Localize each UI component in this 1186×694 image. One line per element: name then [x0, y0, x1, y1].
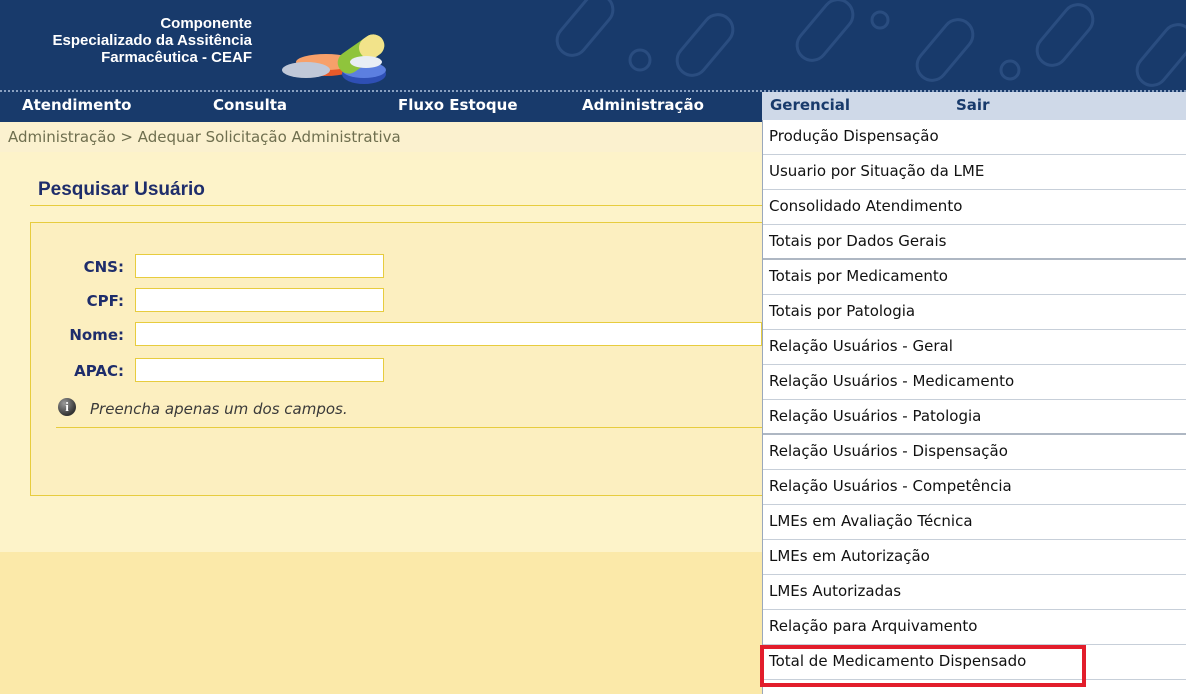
menu-item-relacao-usuarios-geral[interactable]: Relação Usuários - Geral	[763, 330, 1186, 365]
nav-sair[interactable]: Sair	[942, 92, 1186, 120]
menu-item-relacao-arquivamento[interactable]: Relação para Arquivamento	[763, 610, 1186, 645]
pill-watermark-pattern	[555, 0, 1186, 87]
info-icon: i	[58, 398, 76, 416]
logo-line-1: Componente	[160, 15, 252, 32]
apac-label: APAC:	[74, 362, 124, 380]
highlight-annotation-box	[760, 645, 1086, 687]
nome-field[interactable]	[135, 322, 762, 346]
apac-field[interactable]	[135, 358, 384, 382]
menu-item-consolidado-atendimento[interactable]: Consolidado Atendimento	[763, 190, 1186, 225]
menu-item-relacao-usuarios-dispensacao[interactable]: Relação Usuários - Dispensação	[763, 435, 1186, 470]
menu-item-relacao-usuarios-competencia[interactable]: Relação Usuários - Competência	[763, 470, 1186, 505]
cns-field[interactable]	[135, 254, 384, 278]
hint-divider	[56, 427, 762, 428]
logo-line-2: Especializado da Assitência	[52, 32, 252, 49]
nav-gerencial[interactable]: Gerencial	[762, 92, 942, 120]
nome-label: Nome:	[69, 326, 124, 344]
cpf-field[interactable]	[135, 288, 384, 312]
logo-line-3: Farmacêutica - CEAF	[101, 49, 252, 66]
menu-item-lmes-autorizadas[interactable]: LMEs Autorizadas	[763, 575, 1186, 610]
menu-item-totais-dados-gerais[interactable]: Totais por Dados Gerais	[763, 225, 1186, 260]
nav-administracao[interactable]: Administração	[582, 96, 704, 114]
page-title: Pesquisar Usuário	[38, 179, 205, 200]
main-nav: Atendimento Consulta Fluxo Estoque Admin…	[0, 90, 1186, 122]
search-hint: Preencha apenas um dos campos.	[90, 400, 348, 418]
menu-item-totais-patologia[interactable]: Totais por Patologia	[763, 295, 1186, 330]
ceaf-logo-text: Componente Especializado da Assitência F…	[6, 15, 252, 66]
content-footer-area	[0, 552, 762, 694]
menu-item-relacao-usuarios-patologia[interactable]: Relação Usuários - Patologia	[763, 400, 1186, 435]
nav-atendimento[interactable]: Atendimento	[22, 96, 131, 114]
title-divider	[30, 205, 762, 206]
nav-fluxo-estoque[interactable]: Fluxo Estoque	[398, 96, 518, 114]
header-banner: Componente Especializado da Assitência F…	[0, 0, 1186, 90]
cpf-label: CPF:	[86, 292, 124, 310]
menu-item-lmes-avaliacao-tecnica[interactable]: LMEs em Avaliação Técnica	[763, 505, 1186, 540]
menu-item-relacao-usuarios-medicamento[interactable]: Relação Usuários - Medicamento	[763, 365, 1186, 400]
pills-logo-icon	[282, 34, 386, 84]
cns-label: CNS:	[83, 258, 124, 276]
menu-item-lmes-autorizacao[interactable]: LMEs em Autorização	[763, 540, 1186, 575]
gerencial-dropdown-menu: Produção Dispensação Usuario por Situaçã…	[762, 120, 1186, 694]
nav-consulta[interactable]: Consulta	[213, 96, 287, 114]
breadcrumb: Administração > Adequar Solicitação Admi…	[0, 122, 762, 152]
menu-item-producao-dispensacao[interactable]: Produção Dispensação	[763, 120, 1186, 155]
menu-item-totais-medicamento[interactable]: Totais por Medicamento	[763, 260, 1186, 295]
menu-item-usuario-situacao-lme[interactable]: Usuario por Situação da LME	[763, 155, 1186, 190]
